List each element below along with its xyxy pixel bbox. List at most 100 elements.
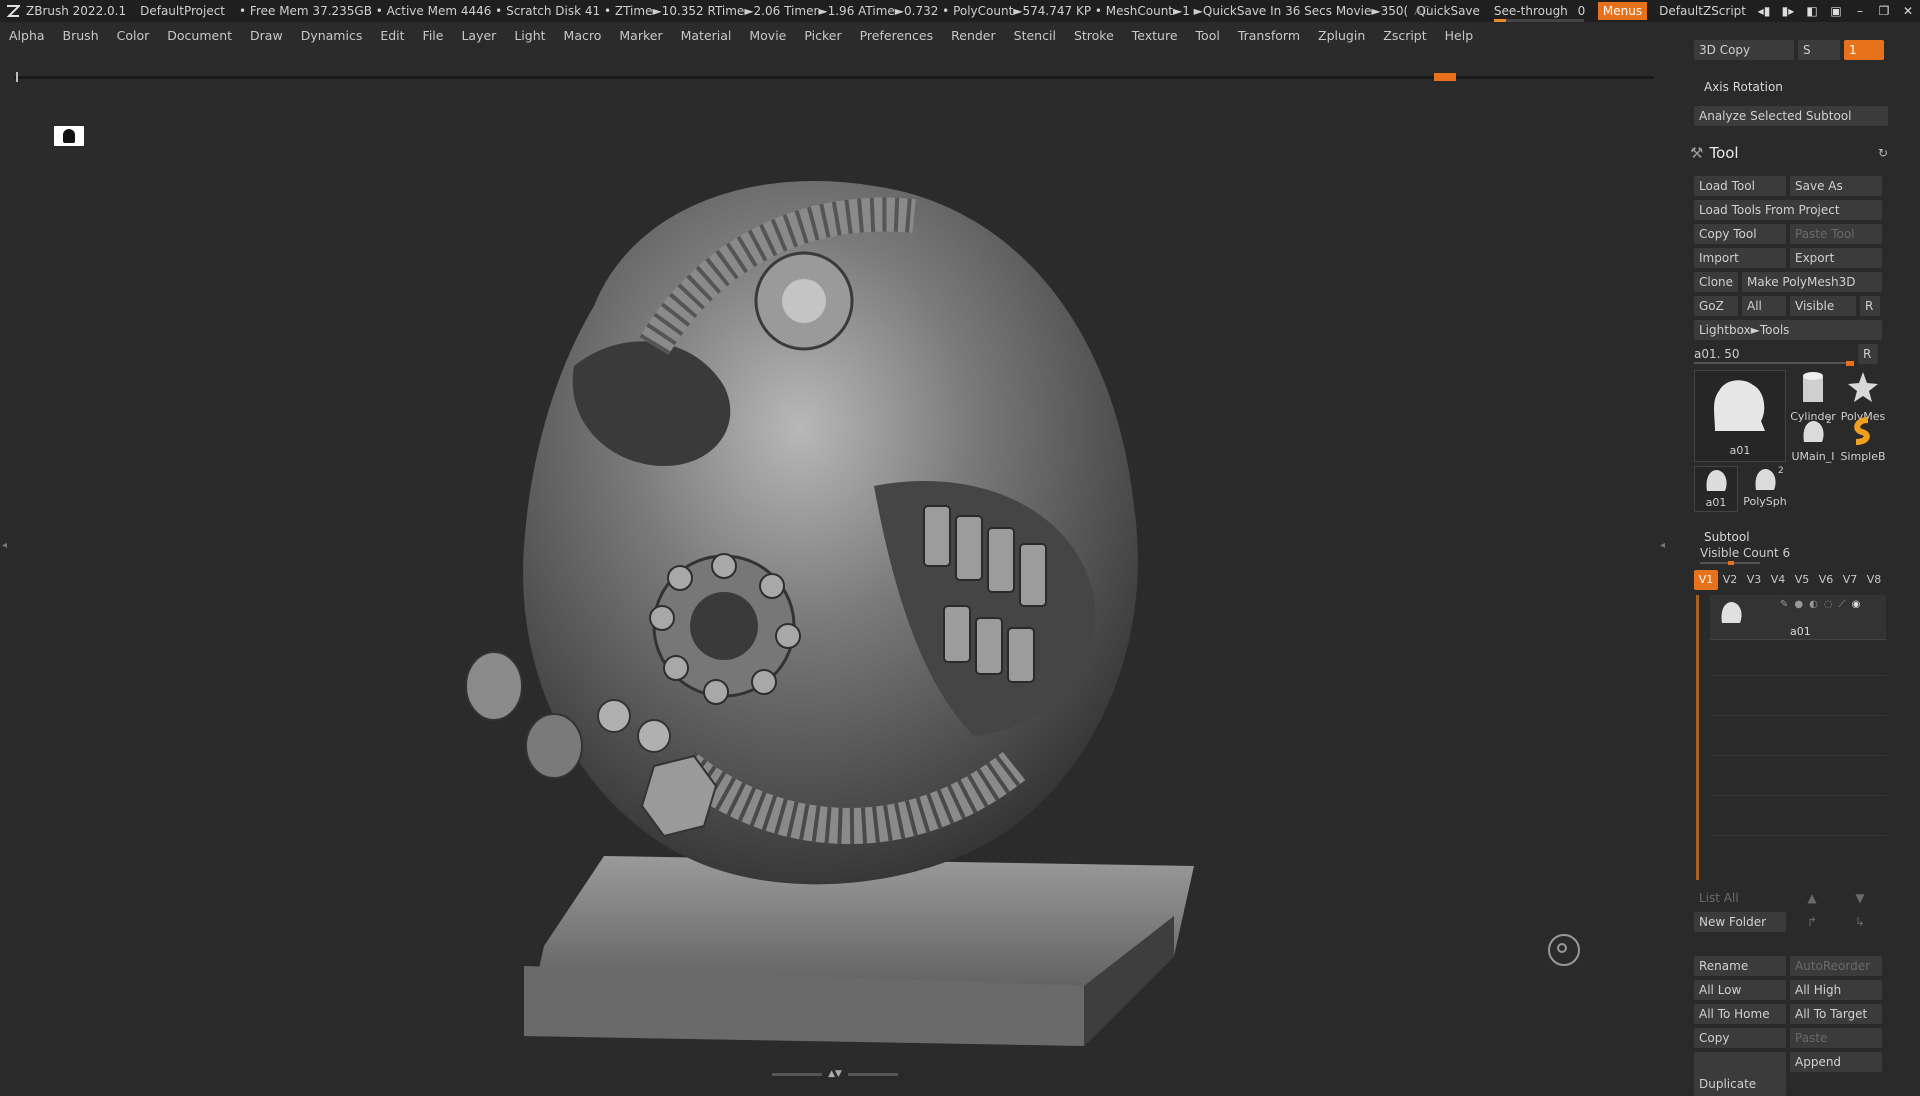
folder-move-icon[interactable]: ↱ bbox=[1790, 912, 1834, 932]
make-polymesh-button[interactable]: Make PolyMesh3D bbox=[1742, 272, 1882, 292]
menu-layer[interactable]: Layer bbox=[452, 28, 505, 43]
export-button[interactable]: Export bbox=[1790, 248, 1882, 268]
tool-thumb-polysph[interactable]: 2 PolySph bbox=[1742, 466, 1788, 508]
menu-color[interactable]: Color bbox=[108, 28, 159, 43]
menu-alpha[interactable]: Alpha bbox=[0, 28, 54, 43]
menu-zplugin[interactable]: Zplugin bbox=[1309, 28, 1374, 43]
menu-draw[interactable]: Draw bbox=[241, 28, 292, 43]
vset-8[interactable]: V8 bbox=[1862, 570, 1886, 590]
tool-thumb-a01-small[interactable]: a01 bbox=[1694, 466, 1738, 512]
menu-document[interactable]: Document bbox=[158, 28, 241, 43]
gyro-icon[interactable] bbox=[1548, 934, 1580, 966]
new-folder-button[interactable]: New Folder bbox=[1694, 912, 1786, 932]
menu-dynamics[interactable]: Dynamics bbox=[292, 28, 372, 43]
active-tool-thumb[interactable]: a01 bbox=[1694, 370, 1786, 462]
current-tool-r-button[interactable]: R bbox=[1858, 344, 1878, 364]
menu-stencil[interactable]: Stencil bbox=[1005, 28, 1065, 43]
vset-3[interactable]: V3 bbox=[1742, 570, 1766, 590]
load-tool-button[interactable]: Load Tool bbox=[1694, 176, 1786, 196]
subtool-item-a01[interactable]: ✎ ● ◐ ◌ ⟋ ◉ a01 bbox=[1710, 595, 1886, 640]
lightbox-tools-button[interactable]: Lightbox►Tools bbox=[1694, 320, 1882, 340]
all-to-target-button[interactable]: All To Target bbox=[1790, 1004, 1882, 1024]
all-to-home-button[interactable]: All To Home bbox=[1694, 1004, 1786, 1024]
menu-marker[interactable]: Marker bbox=[610, 28, 671, 43]
load-tools-from-project-button[interactable]: Load Tools From Project bbox=[1694, 200, 1882, 220]
canvas-viewport[interactable] bbox=[14, 86, 1656, 1068]
menu-movie[interactable]: Movie bbox=[740, 28, 795, 43]
move-down-icon[interactable]: ▼ bbox=[1838, 888, 1882, 908]
menus-button[interactable]: Menus bbox=[1597, 2, 1648, 20]
quicksave-button[interactable]: QuickSave bbox=[1411, 4, 1486, 18]
vset-2[interactable]: V2 bbox=[1718, 570, 1742, 590]
toggle-right-icon[interactable]: ▮▸ bbox=[1776, 4, 1800, 18]
goz-visible-button[interactable]: Visible bbox=[1790, 296, 1856, 316]
list-all-button[interactable]: List All bbox=[1694, 888, 1786, 908]
tool-palette-header[interactable]: ⚒ Tool bbox=[1690, 144, 1739, 162]
vset-5[interactable]: V5 bbox=[1790, 570, 1814, 590]
tool-reset-icon[interactable]: ↻ bbox=[1878, 146, 1888, 160]
goz-r-button[interactable]: R bbox=[1860, 296, 1880, 316]
3d-copy-button[interactable]: 3D Copy bbox=[1694, 40, 1794, 60]
copy-subtool-button[interactable]: Copy bbox=[1694, 1028, 1786, 1048]
menu-help[interactable]: Help bbox=[1436, 28, 1483, 43]
left-tray-toggle[interactable]: ◂ bbox=[0, 480, 8, 620]
menu-material[interactable]: Material bbox=[672, 28, 741, 43]
menu-picker[interactable]: Picker bbox=[795, 28, 850, 43]
paste-subtool-button[interactable]: Paste bbox=[1790, 1028, 1882, 1048]
save-as-button[interactable]: Save As bbox=[1790, 176, 1882, 196]
s-value-field[interactable]: 1 bbox=[1844, 40, 1884, 60]
restore-icon[interactable]: ❐ bbox=[1872, 4, 1896, 18]
model-mode-icon[interactable] bbox=[54, 126, 84, 146]
move-up-icon[interactable]: ▲ bbox=[1790, 888, 1834, 908]
current-tool-slider-knob[interactable] bbox=[1846, 361, 1854, 366]
clone-button[interactable]: Clone bbox=[1694, 272, 1738, 292]
analyze-subtool-button[interactable]: Analyze Selected Subtool bbox=[1694, 106, 1888, 126]
menu-brush[interactable]: Brush bbox=[54, 28, 108, 43]
current-tool-slider[interactable]: a01. 50 bbox=[1694, 344, 1854, 366]
ghost-icon[interactable]: ◌ bbox=[1824, 599, 1833, 610]
paste-tool-button[interactable]: Paste Tool bbox=[1790, 224, 1882, 244]
close-icon[interactable]: ✕ bbox=[1896, 4, 1920, 18]
menu-transform[interactable]: Transform bbox=[1229, 28, 1309, 43]
duplicate-button[interactable]: Duplicate bbox=[1694, 1052, 1786, 1096]
menu-file[interactable]: File bbox=[414, 28, 453, 43]
dynamics-icon[interactable]: ⟋ bbox=[1839, 599, 1846, 610]
all-low-button[interactable]: All Low bbox=[1694, 980, 1786, 1000]
menu-zscript[interactable]: Zscript bbox=[1374, 28, 1435, 43]
menu-stroke[interactable]: Stroke bbox=[1065, 28, 1123, 43]
menu-macro[interactable]: Macro bbox=[555, 28, 611, 43]
layout-icon[interactable]: ◧ bbox=[1800, 4, 1824, 18]
append-button[interactable]: Append bbox=[1790, 1052, 1882, 1072]
auto-reorder-button[interactable]: AutoReorder bbox=[1790, 956, 1882, 976]
see-through-slider[interactable]: See-through 0 bbox=[1493, 4, 1585, 22]
right-tray-toggle[interactable]: ◂ bbox=[1660, 480, 1668, 620]
vset-7[interactable]: V7 bbox=[1838, 570, 1862, 590]
goz-button[interactable]: GoZ bbox=[1694, 296, 1738, 316]
timeline-knob[interactable] bbox=[1434, 73, 1456, 81]
polypaint-icon[interactable]: ◐ bbox=[1809, 599, 1818, 610]
visible-count-knob[interactable] bbox=[1728, 561, 1734, 565]
menu-texture[interactable]: Texture bbox=[1123, 28, 1187, 43]
menu-render[interactable]: Render bbox=[942, 28, 1005, 43]
minimize-icon[interactable]: – bbox=[1848, 4, 1872, 18]
menu-tool[interactable]: Tool bbox=[1187, 28, 1229, 43]
toggle-left-icon[interactable]: ◂▮ bbox=[1752, 4, 1776, 18]
menu-preferences[interactable]: Preferences bbox=[851, 28, 943, 43]
vset-1[interactable]: V1 bbox=[1694, 570, 1718, 590]
timeline[interactable] bbox=[14, 72, 1654, 82]
folder-exit-icon[interactable]: ↳ bbox=[1838, 912, 1882, 932]
all-high-button[interactable]: All High bbox=[1790, 980, 1882, 1000]
toggle-icon[interactable]: ● bbox=[1794, 599, 1803, 610]
bottom-tray-handle[interactable]: ▲▼ bbox=[770, 1070, 900, 1079]
visible-count-slider[interactable]: Visible Count 6 bbox=[1700, 546, 1880, 565]
vset-6[interactable]: V6 bbox=[1814, 570, 1838, 590]
tool-thumb-simpleb[interactable]: SimpleB bbox=[1840, 416, 1886, 463]
menu-light[interactable]: Light bbox=[505, 28, 554, 43]
vset-4[interactable]: V4 bbox=[1766, 570, 1790, 590]
layout-alt-icon[interactable]: ▣ bbox=[1824, 4, 1848, 18]
eye-icon[interactable]: ◉ bbox=[1852, 599, 1861, 610]
menu-edit[interactable]: Edit bbox=[371, 28, 413, 43]
brush-icon[interactable]: ✎ bbox=[1780, 599, 1788, 610]
tool-thumb-umain[interactable]: 2 UMain_I bbox=[1790, 416, 1836, 463]
subtool-header[interactable]: Subtool bbox=[1704, 530, 1750, 544]
